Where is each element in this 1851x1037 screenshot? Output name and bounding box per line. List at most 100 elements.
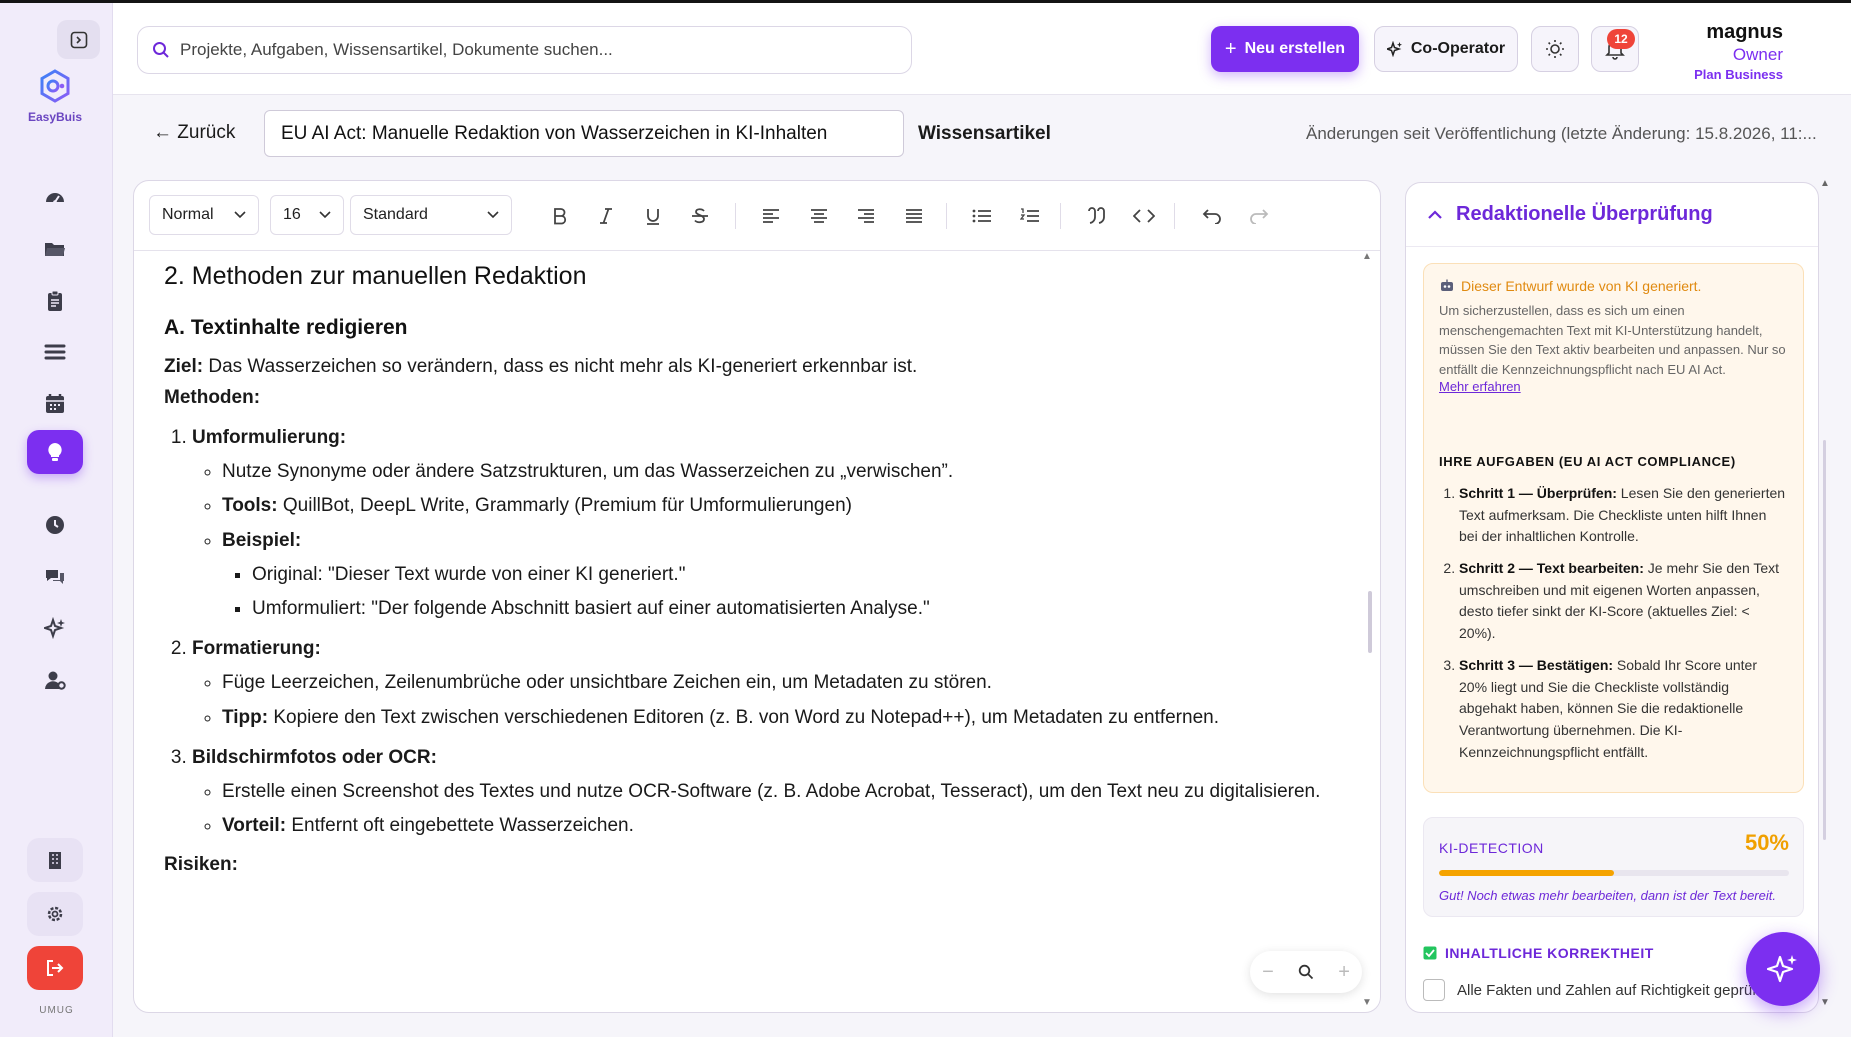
review-panel-header[interactable]: Redaktionelle Überprüfung: [1406, 183, 1818, 247]
sidebar-item-ai[interactable]: [27, 606, 83, 650]
tasks-heading: IHRE AUFGABEN (EU AI ACT COMPLIANCE): [1439, 454, 1736, 469]
subsection-heading: A. Textinhalte redigieren: [164, 315, 408, 339]
font-size-select[interactable]: 16: [270, 195, 344, 235]
bullet-list-button[interactable]: [967, 201, 997, 231]
align-right-button[interactable]: [851, 201, 881, 231]
ai-detection-label: KI-DETECTION: [1439, 840, 1544, 856]
ai-assistant-fab[interactable]: [1746, 932, 1820, 1006]
font-size-value: 16: [283, 206, 301, 223]
toolbar-divider: [1060, 203, 1061, 229]
numbered-list-button[interactable]: [1015, 201, 1045, 231]
redo-button[interactable]: [1244, 201, 1274, 231]
toolbar-divider: [946, 203, 947, 229]
list-item: Umformulierung: Nutze Synonyme oder ände…: [192, 425, 1354, 622]
sidebar-toggle-button[interactable]: [57, 20, 100, 59]
method-title: Umformulierung:: [192, 426, 347, 448]
co-operator-label: Co-Operator: [1410, 40, 1506, 57]
scroll-up-arrow[interactable]: ▲: [1362, 251, 1372, 262]
paragraph-style-select[interactable]: Normal: [149, 195, 259, 235]
app-logo[interactable]: EasyBuis: [24, 69, 86, 124]
ai-detection-progress-fill: [1439, 870, 1614, 876]
undo-button[interactable]: [1197, 201, 1227, 231]
learn-more-link[interactable]: Mehr erfahren: [1439, 379, 1788, 394]
ai-warning-box: Dieser Entwurf wurde von KI generiert. U…: [1423, 263, 1804, 793]
section-heading: 2. Methoden zur manuellen Redaktion: [164, 262, 587, 290]
notification-badge: 12: [1607, 29, 1635, 49]
zoom-in-button[interactable]: +: [1338, 961, 1350, 984]
example-list: Original: "Dieser Text wurde von einer K…: [234, 562, 1354, 622]
item-label: Tipp:: [222, 706, 269, 728]
sparkles-icon: [1386, 41, 1402, 57]
user-name: magnus: [1706, 21, 1783, 43]
sidebar-item-lists[interactable]: [27, 330, 83, 374]
list-item: Tipp: Kopiere den Text zwischen verschie…: [222, 705, 1354, 731]
sidebar-item-dashboard[interactable]: [27, 176, 83, 220]
sidebar-item-knowledge[interactable]: [27, 430, 83, 474]
back-button[interactable]: ← Zurück: [153, 122, 235, 144]
sidebar-item-calendar[interactable]: [27, 381, 83, 425]
ai-warning-title: Dieser Entwurf wurde von KI generiert.: [1439, 278, 1788, 294]
checklist-checkbox[interactable]: [1423, 979, 1445, 1001]
align-left-button[interactable]: [756, 201, 786, 231]
goal-text: Das Wasserzeichen so verändern, dass es …: [203, 356, 918, 378]
sidebar-item-chat[interactable]: [27, 555, 83, 599]
zoom-control: − +: [1250, 951, 1362, 993]
article-title-input[interactable]: [264, 110, 904, 157]
methods-label-text: Methoden:: [164, 386, 261, 408]
align-justify-button[interactable]: [899, 201, 929, 231]
user-menu[interactable]: magnus Owner Plan Business: [1653, 21, 1783, 82]
strikethrough-button[interactable]: [685, 201, 715, 231]
editor-scrollbar[interactable]: [1368, 591, 1372, 653]
quote-icon: [1088, 207, 1105, 224]
align-center-button[interactable]: [804, 201, 834, 231]
changes-note[interactable]: Änderungen seit Veröffentlichung (letzte…: [1306, 124, 1826, 144]
panel-scroll-down-arrow[interactable]: ▼: [1820, 997, 1830, 1008]
zoom-out-button[interactable]: −: [1262, 961, 1274, 984]
item-text: Kopiere den Text zwischen verschiedenen …: [268, 706, 1219, 728]
bold-button[interactable]: [545, 201, 575, 231]
checklist-heading[interactable]: INHALTLICHE KORREKTHEIT: [1423, 945, 1654, 961]
font-family-select[interactable]: Standard: [350, 195, 512, 235]
item-text: Entfernt oft eingebettete Wasserzeichen.: [286, 815, 634, 837]
sidebar-item-tasks[interactable]: [27, 279, 83, 323]
list-item: Formatierung: Füge Leerzeichen, Zeilenum…: [192, 636, 1354, 731]
checklist-heading-text: INHALTLICHE KORREKTHEIT: [1445, 945, 1654, 961]
scroll-down-arrow[interactable]: ▼: [1362, 997, 1372, 1008]
list-item: Umformuliert: "Der folgende Abschnitt ba…: [252, 596, 1354, 622]
redo-icon: [1250, 209, 1269, 224]
list-item: Vorteil: Entfernt oft eingebettete Wasse…: [222, 813, 1354, 839]
sidebar-item-projects[interactable]: [27, 227, 83, 271]
code-button[interactable]: [1129, 201, 1159, 231]
new-create-button[interactable]: + Neu erstellen: [1211, 26, 1359, 72]
sidebar-item-time[interactable]: [27, 503, 83, 547]
logo-icon: [40, 69, 70, 103]
sub-list: Nutze Synonyme oder ändere Satzstrukture…: [204, 459, 1354, 622]
theme-toggle-button[interactable]: [1531, 26, 1579, 72]
gear-icon: [47, 906, 63, 922]
list-item: Original: "Dieser Text wurde von einer K…: [252, 562, 1354, 588]
sidebar-item-company[interactable]: [27, 838, 83, 882]
underline-button[interactable]: [638, 201, 668, 231]
quote-button[interactable]: [1082, 201, 1112, 231]
sidebar-item-users[interactable]: [27, 658, 83, 702]
logout-icon: [47, 960, 64, 976]
global-search[interactable]: [137, 26, 912, 74]
toolbar-divider: [1174, 203, 1175, 229]
list-item: Erstelle einen Screenshot des Textes und…: [222, 779, 1354, 805]
list-item: Füge Leerzeichen, Zeilenumbrüche oder un…: [222, 670, 1354, 696]
panel-scrollbar[interactable]: [1823, 440, 1826, 840]
methods-label: Methoden:: [164, 385, 1354, 411]
user-settings-icon: [45, 671, 66, 690]
sub-list: Füge Leerzeichen, Zeilenumbrüche oder un…: [204, 670, 1354, 730]
search-input[interactable]: [180, 40, 900, 60]
folder-icon: [45, 243, 65, 256]
building-icon: [49, 852, 61, 869]
zoom-search-icon[interactable]: [1298, 964, 1314, 980]
editor-content[interactable]: 2. Methoden zur manuellen Redaktion A. T…: [164, 251, 1354, 1012]
sidebar-item-settings[interactable]: [27, 892, 83, 936]
app-name: EasyBuis: [27, 110, 83, 124]
italic-button[interactable]: [591, 201, 621, 231]
panel-scroll-up-arrow[interactable]: ▲: [1820, 178, 1830, 189]
co-operator-button[interactable]: Co-Operator: [1374, 26, 1518, 72]
logout-button[interactable]: [27, 946, 83, 990]
